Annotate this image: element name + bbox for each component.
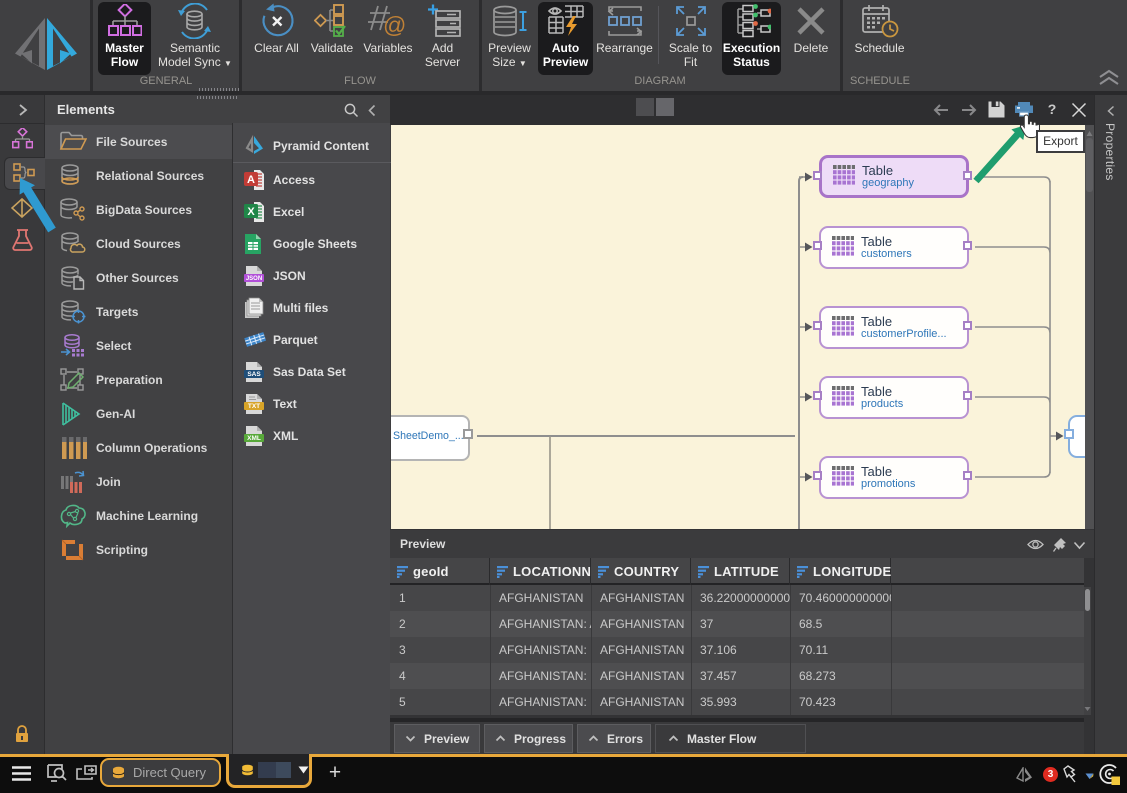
svg-text:TXT: TXT: [248, 403, 260, 410]
svg-text:X: X: [247, 206, 255, 218]
svg-text:JSON: JSON: [246, 276, 262, 282]
svg-text:SAS: SAS: [247, 371, 261, 378]
svg-text:XML: XML: [247, 435, 261, 442]
svg-text:@: @: [383, 12, 406, 38]
svg-text:A: A: [247, 174, 255, 186]
